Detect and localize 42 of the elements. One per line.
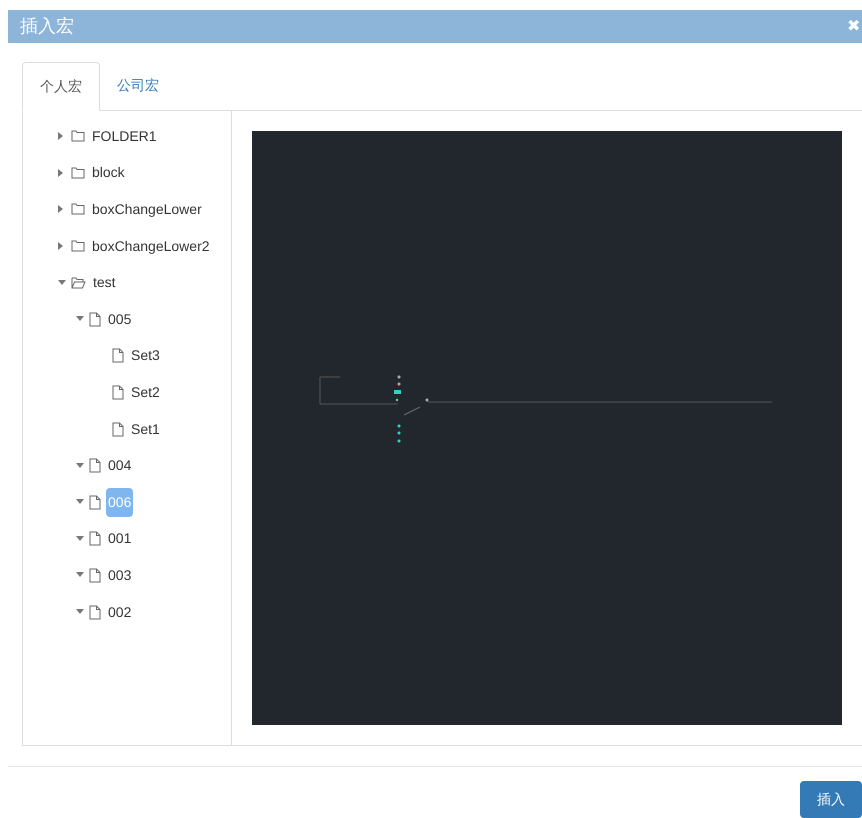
caret-down-icon[interactable] [58, 280, 66, 286]
caret-down-icon[interactable] [76, 316, 84, 322]
file-icon [89, 312, 101, 327]
file-icon [89, 531, 101, 546]
folder-icon [71, 130, 85, 142]
caret-down-icon[interactable] [76, 499, 84, 506]
tab[interactable]: 个人宏 [22, 62, 100, 111]
tree-item[interactable]: boxChangeLower [90, 194, 204, 224]
tree-item[interactable]: 001 [106, 524, 134, 554]
caret-down-icon[interactable] [76, 609, 84, 616]
file-icon [89, 604, 101, 620]
window-title: 插入宏 [20, 15, 74, 38]
folder-icon [71, 166, 85, 179]
tree-item[interactable]: Set3 [129, 341, 162, 370]
caret-right-icon[interactable] [58, 205, 64, 214]
caret-right-icon[interactable] [58, 242, 64, 250]
file-icon [112, 348, 124, 364]
tree-item[interactable]: 003 [106, 560, 134, 590]
tree-item[interactable]: 004 [106, 451, 134, 480]
tree-item[interactable]: boxChangeLower2 [90, 232, 212, 261]
caret-down-icon[interactable] [76, 462, 84, 469]
insert-button[interactable]: 插入 [800, 781, 862, 818]
tree-item[interactable]: block [90, 158, 127, 188]
open-folder-icon [71, 276, 86, 289]
folder-icon [71, 240, 85, 252]
tree-item[interactable]: Set2 [129, 378, 162, 407]
file-icon [89, 568, 101, 583]
tree-item[interactable]: FOLDER1 [90, 122, 159, 151]
file-icon [112, 422, 124, 437]
caret-down-icon[interactable] [76, 536, 84, 542]
file-icon [89, 458, 101, 474]
tree-item[interactable]: 002 [106, 598, 134, 627]
tab[interactable]: 公司宏 [100, 61, 176, 110]
tree-item[interactable]: test [91, 268, 118, 298]
folder-icon [71, 203, 85, 216]
file-icon [112, 384, 124, 400]
tree-item[interactable]: Set1 [129, 414, 162, 444]
tree-item[interactable]: 005 [106, 304, 134, 334]
caret-right-icon[interactable] [58, 168, 64, 177]
file-icon [89, 494, 101, 510]
caret-down-icon[interactable] [76, 572, 84, 578]
caret-right-icon[interactable] [58, 132, 64, 140]
